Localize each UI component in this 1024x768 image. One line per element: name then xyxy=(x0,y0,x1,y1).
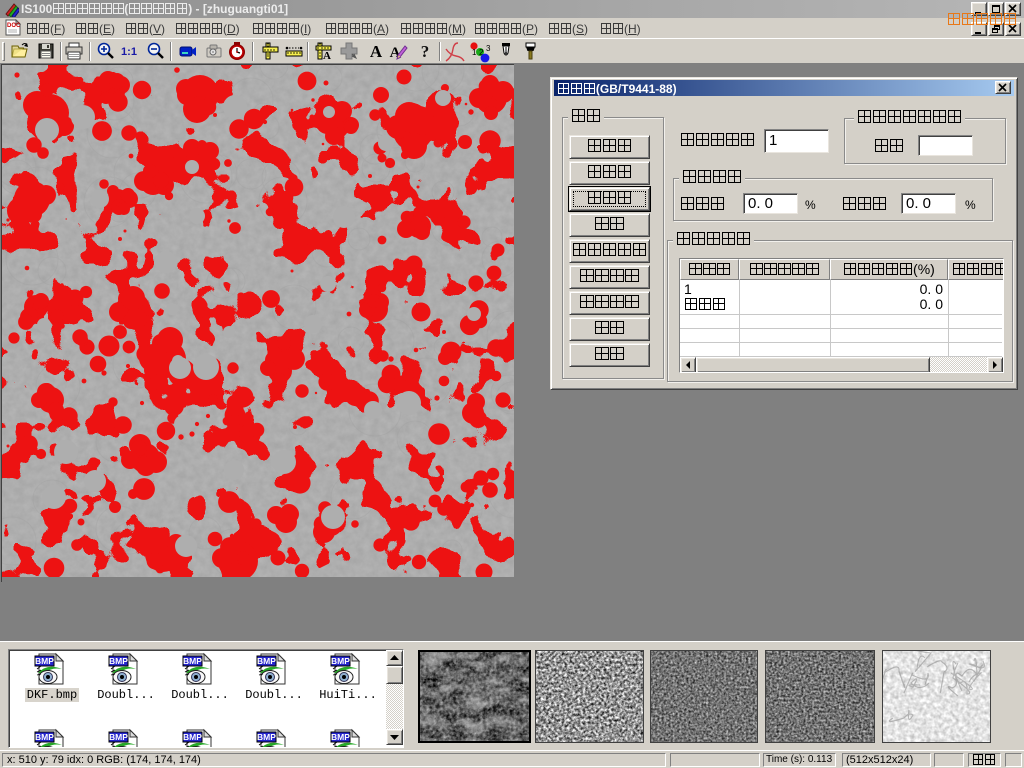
svg-text:A: A xyxy=(370,42,383,61)
svg-text:BMP: BMP xyxy=(109,656,128,666)
svg-text:1:1: 1:1 xyxy=(121,46,137,58)
svg-text:BMP: BMP xyxy=(183,732,202,742)
svg-text:BMP: BMP xyxy=(35,732,54,742)
svg-text:BMP: BMP xyxy=(257,732,276,742)
svg-text:BMP: BMP xyxy=(183,656,202,666)
svg-text:BMP: BMP xyxy=(331,732,350,742)
svg-text:A: A xyxy=(323,50,331,61)
svg-text:BMP: BMP xyxy=(331,656,350,666)
svg-text:BMP: BMP xyxy=(257,656,276,666)
svg-text:3: 3 xyxy=(486,44,491,53)
svg-text:BMP: BMP xyxy=(109,732,128,742)
svg-text:?: ? xyxy=(421,42,430,61)
svg-text:BMP: BMP xyxy=(35,656,54,666)
svg-text:DOC: DOC xyxy=(7,23,21,29)
